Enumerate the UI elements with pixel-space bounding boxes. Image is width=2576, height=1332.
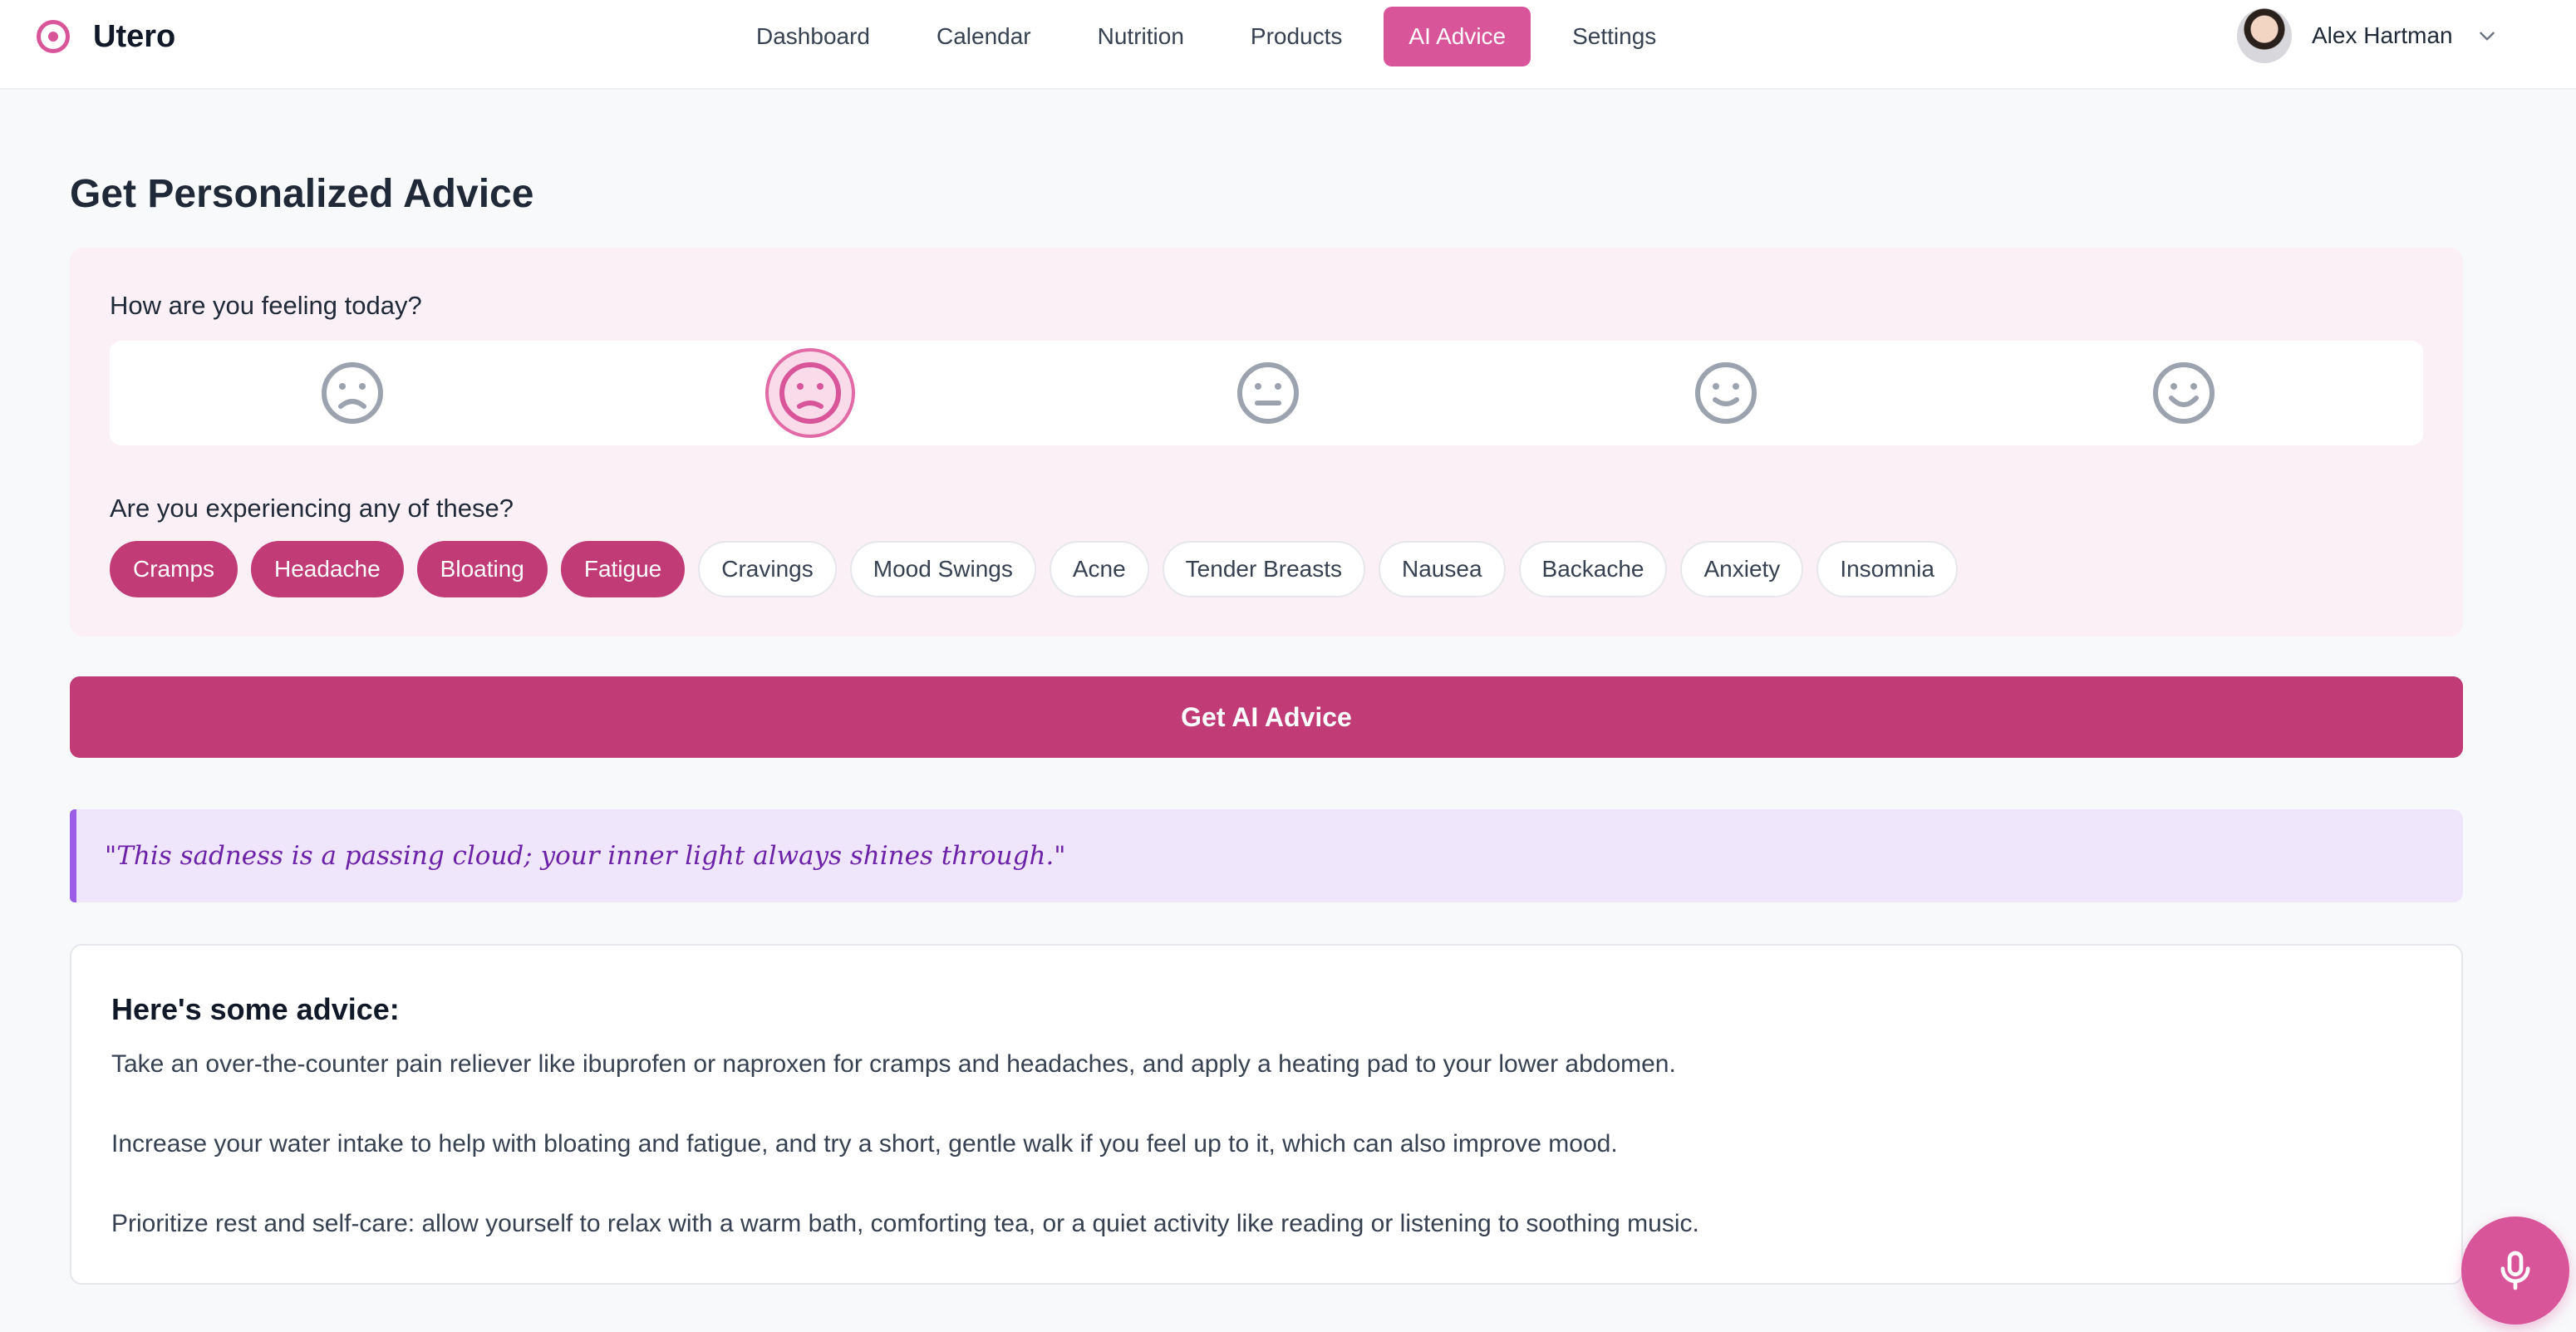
mood-question: How are you feeling today?: [110, 291, 422, 320]
mood-selector: [110, 341, 2423, 445]
chevron-down-icon[interactable]: [2473, 22, 2501, 50]
user-menu[interactable]: Alex Hartman: [2237, 8, 2501, 63]
symptom-chip-fatigue[interactable]: Fatigue: [560, 541, 686, 597]
sad-face-icon: [779, 362, 841, 424]
symptom-chips: Cramps Headache Bloating Fatigue Craving…: [110, 540, 1971, 598]
mood-option-neutral[interactable]: [1223, 348, 1313, 438]
symptom-chip-mood-swings[interactable]: Mood Swings: [849, 541, 1036, 597]
very-sad-face-icon: [322, 362, 383, 424]
symptoms-question: Are you experiencing any of these?: [110, 494, 514, 523]
advice-card: Here's some advice: Take an over-the-cou…: [70, 944, 2463, 1285]
very-happy-face-icon: [2153, 362, 2215, 424]
nav-item-calendar[interactable]: Calendar: [912, 7, 1056, 66]
advice-paragraph: Take an over-the-counter pain reliever l…: [111, 1050, 1676, 1078]
symptom-chip-backache[interactable]: Backache: [1518, 541, 1668, 597]
main-nav: Dashboard Calendar Nutrition Products AI…: [731, 7, 1698, 66]
microphone-icon: [2500, 1251, 2530, 1290]
brand[interactable]: Utero: [37, 17, 175, 57]
get-ai-advice-button[interactable]: Get AI Advice: [70, 676, 2463, 758]
feeling-card: How are you feeling today? Are you exper…: [70, 248, 2463, 637]
mood-option-very-sad[interactable]: [307, 348, 397, 438]
symptom-chip-tender-breasts[interactable]: Tender Breasts: [1162, 541, 1365, 597]
affirmation-quote: "This sadness is a passing cloud; your i…: [70, 809, 2463, 902]
symptom-chip-acne[interactable]: Acne: [1049, 541, 1149, 597]
happy-face-icon: [1695, 362, 1757, 424]
symptom-chip-headache[interactable]: Headache: [251, 541, 404, 597]
mood-option-very-happy[interactable]: [2139, 348, 2229, 438]
symptom-chip-anxiety[interactable]: Anxiety: [1680, 541, 1804, 597]
target-logo-icon: [37, 20, 70, 53]
advice-title: Here's some advice:: [111, 992, 400, 1026]
neutral-face-icon: [1237, 362, 1299, 424]
top-navigation-bar: Utero Dashboard Calendar Nutrition Produ…: [0, 0, 2576, 90]
nav-item-dashboard[interactable]: Dashboard: [731, 7, 895, 66]
nav-item-ai-advice[interactable]: AI Advice: [1384, 7, 1531, 66]
mood-option-happy[interactable]: [1681, 348, 1771, 438]
user-name: Alex Hartman: [2312, 22, 2453, 48]
avatar[interactable]: [2237, 8, 2292, 63]
nav-item-nutrition[interactable]: Nutrition: [1073, 7, 1209, 66]
symptom-chip-cravings[interactable]: Cravings: [698, 541, 837, 597]
symptom-chip-bloating[interactable]: Bloating: [416, 541, 548, 597]
mood-option-sad[interactable]: [765, 348, 855, 438]
advice-paragraph: Prioritize rest and self-care: allow you…: [111, 1210, 1699, 1237]
nav-item-settings[interactable]: Settings: [1547, 7, 1681, 66]
symptom-chip-insomnia[interactable]: Insomnia: [1816, 541, 1958, 597]
voice-input-button[interactable]: [2461, 1216, 2569, 1325]
nav-item-products[interactable]: Products: [1226, 7, 1368, 66]
advice-paragraph: Increase your water intake to help with …: [111, 1130, 1618, 1158]
symptom-chip-cramps[interactable]: Cramps: [110, 541, 238, 597]
page-title: Get Personalized Advice: [70, 172, 534, 216]
brand-name: Utero: [93, 18, 176, 54]
symptom-chip-nausea[interactable]: Nausea: [1379, 541, 1506, 597]
